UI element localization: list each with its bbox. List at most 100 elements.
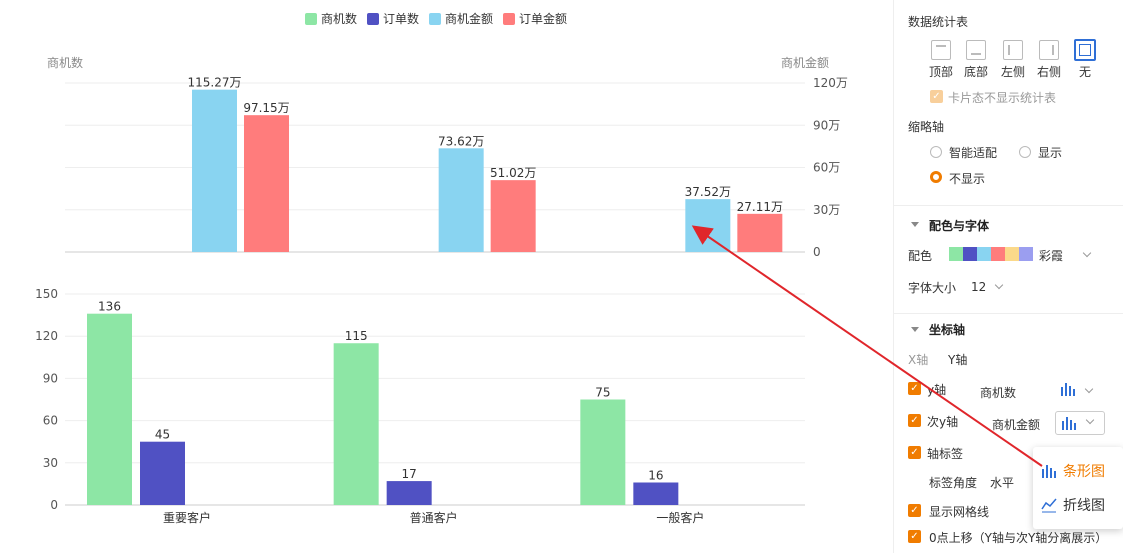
radio-smart[interactable] <box>930 146 942 158</box>
position-label: 右侧 <box>1036 65 1061 79</box>
y-tick-label: 30 <box>43 456 58 470</box>
position-bottom-button[interactable] <box>966 40 986 60</box>
position-right-button[interactable] <box>1039 40 1059 60</box>
y2-axis-label: 次y轴 <box>927 415 959 429</box>
divider <box>894 313 1123 314</box>
bar <box>192 89 237 253</box>
data-label: 136 <box>98 300 121 314</box>
x-tick-label: 一般客户 <box>656 510 704 525</box>
y-axis-field: 商机数 <box>980 386 1017 400</box>
zero-move-checkbox[interactable]: ✓ <box>908 530 921 543</box>
thumb-axis-title: 缩略轴 <box>908 120 945 134</box>
bar <box>490 180 536 252</box>
palette-swatch <box>977 247 991 261</box>
y-tick-label: 0 <box>50 498 58 512</box>
y-tick-label: 120 <box>35 329 58 343</box>
data-label: 16 <box>648 468 663 482</box>
data-label: 37.52万 <box>685 185 731 199</box>
chevron-down-icon[interactable] <box>994 280 1004 290</box>
popup-item-line[interactable]: 折线图 <box>1041 495 1105 515</box>
data-label: 115 <box>345 329 368 343</box>
line-chart-icon <box>1041 498 1057 513</box>
data-label: 115.27万 <box>188 76 242 90</box>
bar-chart-icon <box>1062 417 1076 430</box>
palette-label: 配色 <box>908 249 933 263</box>
palette-swatches[interactable] <box>949 247 1033 261</box>
bar <box>87 313 132 505</box>
zero-move-label: 0点上移（Y轴与次Y轴分离展示） <box>929 531 1108 545</box>
y-tick-label: 30万 <box>813 203 840 217</box>
y-axis-checkbox[interactable]: ✓ <box>908 382 921 395</box>
show-grid-checkbox[interactable]: ✓ <box>908 504 921 517</box>
radio-label: 智能适配 <box>949 146 998 160</box>
font-size-value[interactable]: 12 <box>971 280 986 294</box>
chevron-down-icon[interactable] <box>1082 248 1092 258</box>
position-label: 左侧 <box>1000 65 1025 79</box>
axis-title: 坐标轴 <box>929 323 966 337</box>
data-label: 17 <box>402 467 417 481</box>
y-axis-label: y轴 <box>927 383 947 397</box>
y2-axis-checkbox[interactable]: ✓ <box>908 414 921 427</box>
bar <box>333 343 379 505</box>
popup-item-bar[interactable]: 条形图 <box>1041 461 1105 481</box>
divider <box>894 205 1123 206</box>
stats-table-title: 数据统计表 <box>908 15 969 29</box>
bar <box>737 213 783 252</box>
chart-area: 商机数 订单数 商机金额 订单金额 商机数 商机金额 120万 90万 60万 30万… <box>0 0 893 553</box>
y-tick-label: 90万 <box>813 118 840 132</box>
font-size-label: 字体大小 <box>908 281 957 295</box>
position-label: 顶部 <box>928 65 953 79</box>
chart-type-popup: 条形图 折线图 <box>1033 447 1123 529</box>
palette-name[interactable]: 彩霞 <box>1039 247 1063 264</box>
bar <box>580 399 626 505</box>
bar <box>140 441 185 505</box>
bar-chart-icon[interactable] <box>1060 381 1076 397</box>
position-none-button[interactable] <box>1074 39 1096 61</box>
y-tick-label: 90 <box>43 371 58 385</box>
bar <box>633 482 679 505</box>
position-label: 无 <box>1078 65 1091 79</box>
y-tick-label: 60万 <box>813 161 840 175</box>
palette-swatch <box>991 247 1005 261</box>
bar <box>244 115 289 252</box>
y-tick-label: 0 <box>813 245 821 259</box>
data-label: 27.11万 <box>737 200 783 214</box>
position-left-button[interactable] <box>1003 40 1023 60</box>
collapse-triangle-icon[interactable] <box>911 222 919 227</box>
chart-svg: 120万 90万 60万 30万 0 115.27万 73.62万 37.52万 97.15万 5… <box>35 76 848 525</box>
palette-swatch <box>1005 247 1019 261</box>
palette-swatch <box>963 247 977 261</box>
radio-show[interactable] <box>1019 146 1031 158</box>
y-tick-label: 120万 <box>813 76 848 90</box>
y2-axis-field: 商机金额 <box>992 418 1041 432</box>
tag-angle-label: 标签角度 <box>929 476 978 490</box>
position-top-button[interactable] <box>931 40 951 60</box>
bar-chart-icon <box>1042 465 1056 478</box>
position-label: 底部 <box>963 65 988 79</box>
tag-angle-value[interactable]: 水平 <box>990 474 1014 491</box>
show-grid-label: 显示网格线 <box>929 505 990 519</box>
data-label: 97.15万 <box>243 101 289 115</box>
data-label: 45 <box>155 428 170 442</box>
x-tick-label: 重要客户 <box>163 510 211 525</box>
radio-label: 显示 <box>1038 146 1063 160</box>
tab-x-axis[interactable]: X轴 <box>908 351 928 368</box>
bar <box>685 199 731 252</box>
radio-hide[interactable] <box>930 171 942 183</box>
axis-tag-checkbox[interactable]: ✓ <box>908 446 921 459</box>
popup-label-line: 折线图 <box>1063 498 1105 514</box>
x-tick-label: 普通客户 <box>410 510 458 525</box>
bar <box>386 481 432 505</box>
palette-swatch <box>949 247 963 261</box>
card-hide-checkbox[interactable]: ✓ <box>930 90 943 103</box>
tab-y-axis[interactable]: Y轴 <box>948 351 967 368</box>
data-label: 75 <box>595 386 610 400</box>
popup-label-bar: 条形图 <box>1063 464 1105 480</box>
color-font-title: 配色与字体 <box>929 219 990 233</box>
collapse-triangle-icon[interactable] <box>911 327 919 332</box>
radio-label: 不显示 <box>949 172 986 186</box>
card-hide-label: 卡片态不显示统计表 <box>948 91 1057 105</box>
chevron-down-icon[interactable] <box>1084 384 1094 394</box>
data-label: 73.62万 <box>438 134 484 148</box>
data-label: 51.02万 <box>490 166 536 180</box>
